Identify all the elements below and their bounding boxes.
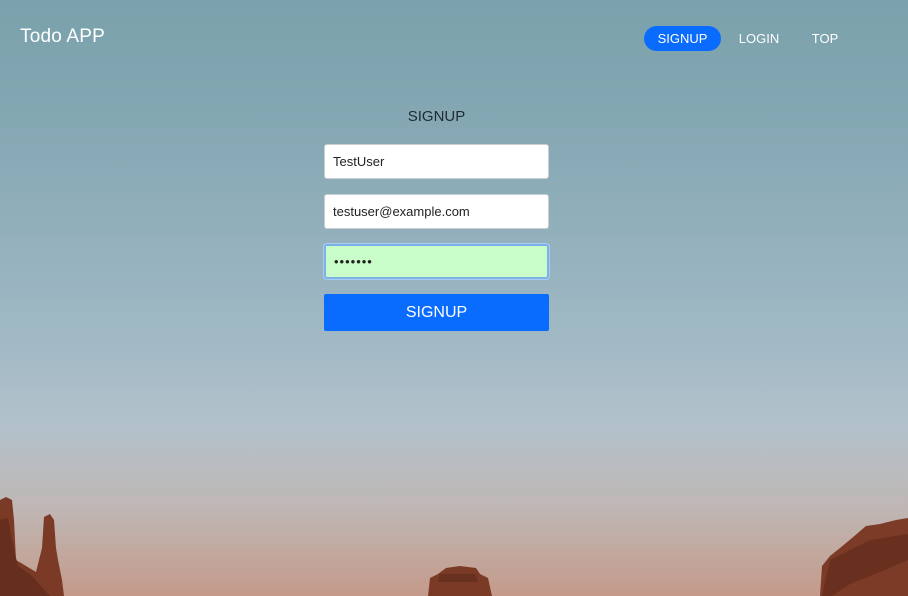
signup-submit-button[interactable]: SIGNUP bbox=[324, 294, 549, 331]
username-field[interactable] bbox=[324, 144, 549, 179]
signup-form: SIGNUP SIGNUP bbox=[324, 106, 549, 331]
email-field[interactable] bbox=[324, 194, 549, 229]
nav-login-link[interactable]: LOGIN bbox=[730, 26, 788, 51]
form-title: SIGNUP bbox=[407, 108, 466, 125]
nav-top-link[interactable]: TOP bbox=[804, 26, 846, 51]
app-brand[interactable]: Todo APP bbox=[20, 26, 105, 48]
top-navbar: Todo APP SIGNUP LOGIN TOP bbox=[0, 0, 908, 76]
nav-signup-link[interactable]: SIGNUP bbox=[644, 26, 721, 51]
password-field[interactable] bbox=[324, 244, 549, 279]
